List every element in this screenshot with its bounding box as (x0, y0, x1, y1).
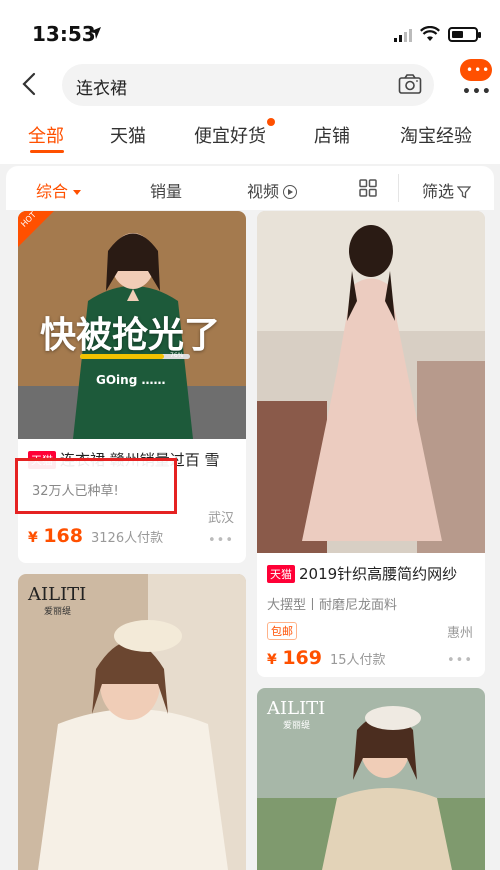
tmall-tag: 天猫 (267, 565, 295, 583)
new-dot-badge (267, 118, 275, 126)
tab-tmall[interactable]: 天猫 (110, 122, 146, 148)
product-subtitle: 大摆型丨耐磨尼龙面料 (267, 598, 398, 613)
sort-sales[interactable]: 销量 (150, 178, 182, 202)
cellular-signal-icon (394, 29, 412, 42)
status-bar: 13:53 (0, 0, 500, 62)
category-tabs: 全部 天猫 便宜好货 店铺 淘宝经验 (0, 112, 500, 164)
status-time: 13:53 (32, 22, 96, 46)
sort-video[interactable]: 视频 (247, 178, 298, 202)
product-card[interactable]: AILITI 爱丽缇 (18, 574, 246, 870)
product-image (18, 574, 246, 870)
play-icon (283, 185, 298, 199)
filter-button[interactable]: 筛选 (422, 178, 472, 202)
sort-comprehensive[interactable]: 综合 (36, 178, 82, 202)
product-location: 武汉 (207, 511, 234, 526)
product-card[interactable]: 天猫 2019针织高腰简约网纱 大摆型丨耐磨尼龙面料 包邮 惠州 ¥ 169 15人… (257, 211, 485, 677)
tab-cheap-deals[interactable]: 便宜好货 (194, 122, 266, 148)
product-title: 天猫 2019针织高腰简约网纱 (267, 563, 477, 584)
active-tab-indicator (30, 150, 64, 153)
tab-taobao-experience[interactable]: 淘宝经验 (400, 122, 472, 148)
divider (398, 174, 399, 202)
product-location: 惠州 (446, 626, 473, 641)
search-input[interactable]: 连衣裙 (62, 64, 434, 106)
paid-count: 3126人付款 (91, 531, 164, 546)
card-more-icon[interactable]: ••• (208, 533, 234, 548)
filter-icon (457, 186, 472, 199)
product-price: ¥ 169 15人付款 (267, 647, 386, 669)
card-more-icon[interactable]: ••• (447, 653, 473, 668)
message-icon[interactable]: ••• (460, 59, 492, 81)
brand-logo: AILITI (267, 698, 326, 719)
sort-bar: 综合 销量 视频 筛选 (6, 166, 494, 210)
search-header: 连衣裙 ••• ••• (0, 59, 500, 112)
tab-stores[interactable]: 店铺 (314, 122, 350, 148)
image-going-text: GOing …… (96, 373, 166, 387)
brand-logo-cn: 爱丽缇 (283, 721, 311, 731)
product-card[interactable]: AILITI 爱丽缇 (257, 688, 485, 870)
back-icon[interactable] (18, 70, 40, 98)
wifi-icon (420, 26, 440, 41)
tab-all[interactable]: 全部 (28, 122, 64, 148)
grid-view-icon[interactable] (359, 179, 377, 197)
caret-down-icon (73, 190, 82, 195)
highlight-box: 32万人已种草! (15, 458, 177, 514)
product-price: ¥ 168 3126人付款 (28, 525, 164, 547)
brand-logo-cn: 爱丽缇 (44, 607, 72, 617)
seed-count-text: 32万人已种草! (32, 484, 119, 499)
search-query: 连衣裙 (76, 79, 127, 99)
free-shipping-tag: 包邮 (267, 622, 297, 640)
battery-icon (448, 27, 481, 42)
paid-count: 15人付款 (330, 653, 386, 668)
image-progress-label: 76% (170, 352, 184, 359)
more-options-icon[interactable]: ••• (462, 84, 492, 100)
image-progress-fill (80, 354, 164, 359)
image-banner-text: 快被抢光了 (40, 315, 221, 356)
camera-icon[interactable] (398, 73, 422, 95)
brand-logo: AILITI (28, 584, 87, 605)
product-image (257, 211, 485, 553)
location-arrow-icon (89, 27, 101, 39)
